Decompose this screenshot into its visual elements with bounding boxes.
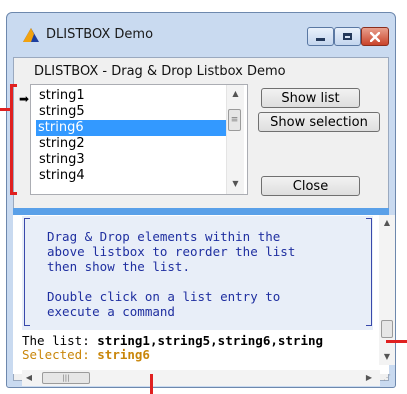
list-item-selected[interactable]: string6 — [36, 120, 227, 136]
console-highlight-strip — [13, 208, 389, 215]
annotation-marker-bottom — [150, 374, 153, 394]
resize-grip-icon[interactable]: ⋰ — [383, 373, 391, 382]
app-icon — [23, 28, 39, 42]
list-item[interactable]: string5 — [37, 104, 225, 120]
list-output-line: The list: string1,string5,string6,string — [22, 333, 323, 348]
list-item[interactable]: string1 — [37, 88, 225, 104]
message-bracket-left — [24, 218, 30, 326]
selected-output-value: string6 — [97, 347, 150, 362]
console-scroll-left-icon[interactable]: ◀ — [22, 373, 36, 382]
drag-indicator-bracket — [10, 84, 17, 195]
window-title: DLISTBOX Demo — [46, 27, 154, 42]
console-scroll-right-icon[interactable]: ▶ — [362, 373, 376, 382]
drag-insert-arrow-icon: ➡ — [19, 92, 30, 106]
scroll-up-icon[interactable]: ▲ — [227, 89, 244, 98]
annotation-marker-right — [386, 340, 407, 343]
maximize-icon — [343, 33, 352, 40]
help-line: Drag & Drop elements within the — [47, 229, 281, 244]
console-horizontal-thumb[interactable]: ||| — [42, 372, 90, 384]
selected-output-label: Selected: — [22, 347, 98, 362]
close-window-button[interactable] — [361, 27, 389, 46]
help-line: above listbox to reorder the list — [47, 244, 296, 259]
show-list-button[interactable]: Show list — [261, 88, 360, 108]
message-bracket-right — [366, 218, 372, 326]
help-line: Double click on a list entry to — [47, 289, 281, 304]
minimize-button[interactable] — [307, 27, 334, 46]
list-item[interactable]: string2 — [37, 136, 225, 152]
drag-indicator-tick — [0, 108, 12, 111]
maximize-button[interactable] — [334, 27, 361, 46]
listbox-scroll-thumb[interactable]: ≡ — [228, 109, 241, 131]
list-output-label: The list: — [22, 333, 98, 348]
list-output-value: string1,string5,string6,string — [97, 333, 324, 348]
list-item[interactable]: string4 — [37, 168, 225, 184]
console-scroll-up-icon[interactable]: ▲ — [379, 218, 395, 227]
help-line: execute a command — [47, 304, 175, 319]
list-item[interactable]: string3 — [37, 152, 225, 168]
close-button[interactable]: Close — [261, 176, 360, 196]
close-icon — [370, 31, 380, 42]
show-selection-button[interactable]: Show selection — [258, 112, 380, 132]
console-scroll-down-icon[interactable]: ▼ — [379, 352, 395, 361]
listbox-scrollbar[interactable]: ▲ ▼ — [226, 85, 244, 194]
console-vertical-thumb[interactable] — [381, 320, 393, 338]
minimize-icon — [316, 38, 325, 41]
dialog-heading: DLISTBOX - Drag & Drop Listbox Demo — [34, 64, 286, 79]
drag-drop-listbox[interactable]: string1 string5 string6 string2 string3 … — [30, 84, 248, 195]
selected-output-line: Selected: string6 — [22, 347, 150, 362]
scroll-down-icon[interactable]: ▼ — [227, 179, 244, 188]
help-line: then show the list. — [47, 259, 190, 274]
